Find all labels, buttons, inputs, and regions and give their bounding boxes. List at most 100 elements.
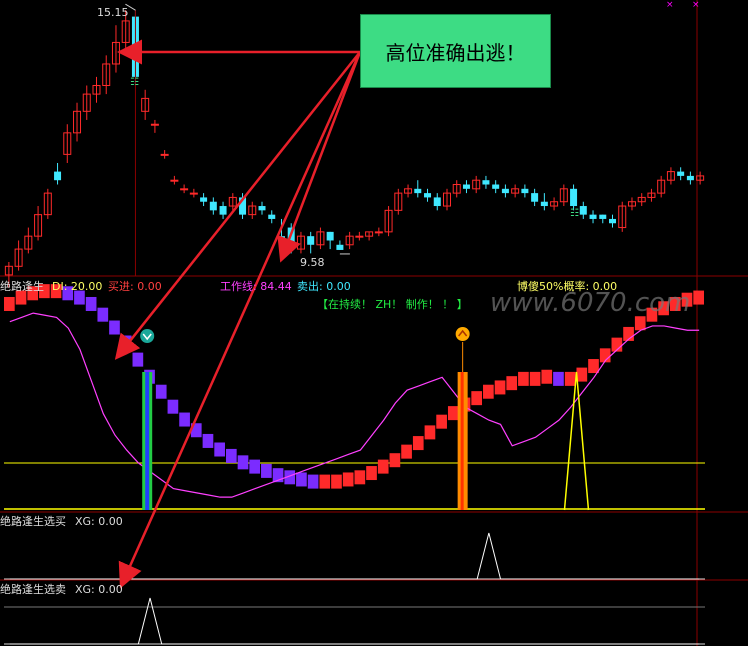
candle-body [200,197,208,202]
candle-body [570,188,578,207]
di-bar [261,463,272,478]
di-bar [237,455,249,470]
di-label: DI: 20.00 [52,280,103,293]
top-marker-2: × [692,0,700,10]
signal-icon: ☷ [130,77,139,88]
candle-body [258,206,266,211]
work-line-label: 工作线: 84.44 [220,280,292,293]
di-bar [249,459,261,474]
candle-body [609,218,617,224]
di-bar [296,472,307,487]
candle-body [307,236,315,245]
price-panel [4,3,705,288]
candle-body [599,214,607,219]
candle-body [462,184,470,189]
di-bar [436,414,447,429]
di-bar [155,384,167,399]
sell-panel [4,597,705,645]
candle-body [355,235,364,238]
sell-panel-name: 绝路逢生选卖 [0,583,66,596]
candle-body [54,171,62,181]
candle-body [521,188,529,194]
candle-body [414,188,422,194]
di-bar [424,425,436,440]
candle-body [326,231,334,241]
candle-body [209,201,217,211]
candle-body [531,193,539,202]
di-bar [319,474,331,489]
di-bar [693,290,704,305]
candle-body [189,192,198,195]
sell-spike [563,371,590,511]
top-marker-1: × [666,0,674,10]
buy-signal-core [145,372,150,510]
chart-canvas [0,0,748,646]
di-bar [576,367,588,382]
buy-panel-name: 绝路逢生选买 [0,515,66,528]
di-bar [529,371,541,386]
indicator-panel [4,284,705,511]
low-price-label: 9.58 [300,256,325,269]
di-bar [494,380,506,395]
di-bar [412,436,424,451]
callout-box: 高位准确出逃！ [360,14,551,88]
candle-body [219,206,227,215]
candle-body [170,179,179,182]
buy-panel [4,532,705,580]
candle-body [150,123,159,126]
di-bar [634,316,646,331]
di-bar [483,384,494,399]
high-price-label: 15.15 [97,6,129,19]
di-bar [109,320,120,335]
di-bar [97,307,109,322]
sell-value-label: 卖出: 0.00 [297,280,351,293]
up-arrow-icon [455,327,470,341]
candle-body [482,180,490,185]
di-bar [225,448,237,463]
di-bar [214,442,225,457]
di-bar [506,376,518,391]
candle-body [540,201,548,207]
down-arrow-icon [140,329,155,343]
di-bar [4,296,15,311]
buy-xg-label: XG: 0.00 [75,515,123,528]
di-bar [518,371,529,386]
watermark: www.6070.com [490,288,691,318]
candle-body [589,214,597,219]
work-line [9,312,700,498]
di-bar [366,466,377,481]
di-bar [132,352,144,367]
signal-icon-2: ☷ [570,208,579,219]
hold-signal-core [460,372,464,510]
di-bar [553,371,564,386]
candle-body [433,197,441,207]
candle-body [277,236,285,241]
candle-body [268,214,276,219]
di-bar [167,399,179,414]
buy-xg-line [9,532,700,580]
callout-arrows [114,39,362,589]
di-bar [401,444,412,459]
callout-text: 高位准确出逃！ [385,40,526,65]
callout-arrow [277,51,362,263]
di-bar [389,453,401,468]
indicator-name: 绝路逢生 [0,280,44,293]
di-bar [471,391,483,406]
candle-body [424,193,432,198]
candle-body [336,244,344,250]
di-bar [85,296,97,311]
sell-xg-label: XG: 0.00 [75,583,123,596]
di-bar [202,433,214,448]
di-bar [342,472,354,487]
callout-arrow [118,51,362,589]
di-bar [541,369,553,384]
di-bar [307,474,319,489]
candle-body [160,153,169,156]
hold-status-label: 【在持续！ ZH！ 制作！ ！ 】 [317,298,468,311]
candle-body [492,184,500,189]
sell-xg-line [9,597,700,645]
di-bar [377,459,389,474]
candle-body [501,188,509,194]
candle-body [180,188,189,191]
di-bar [588,359,599,374]
